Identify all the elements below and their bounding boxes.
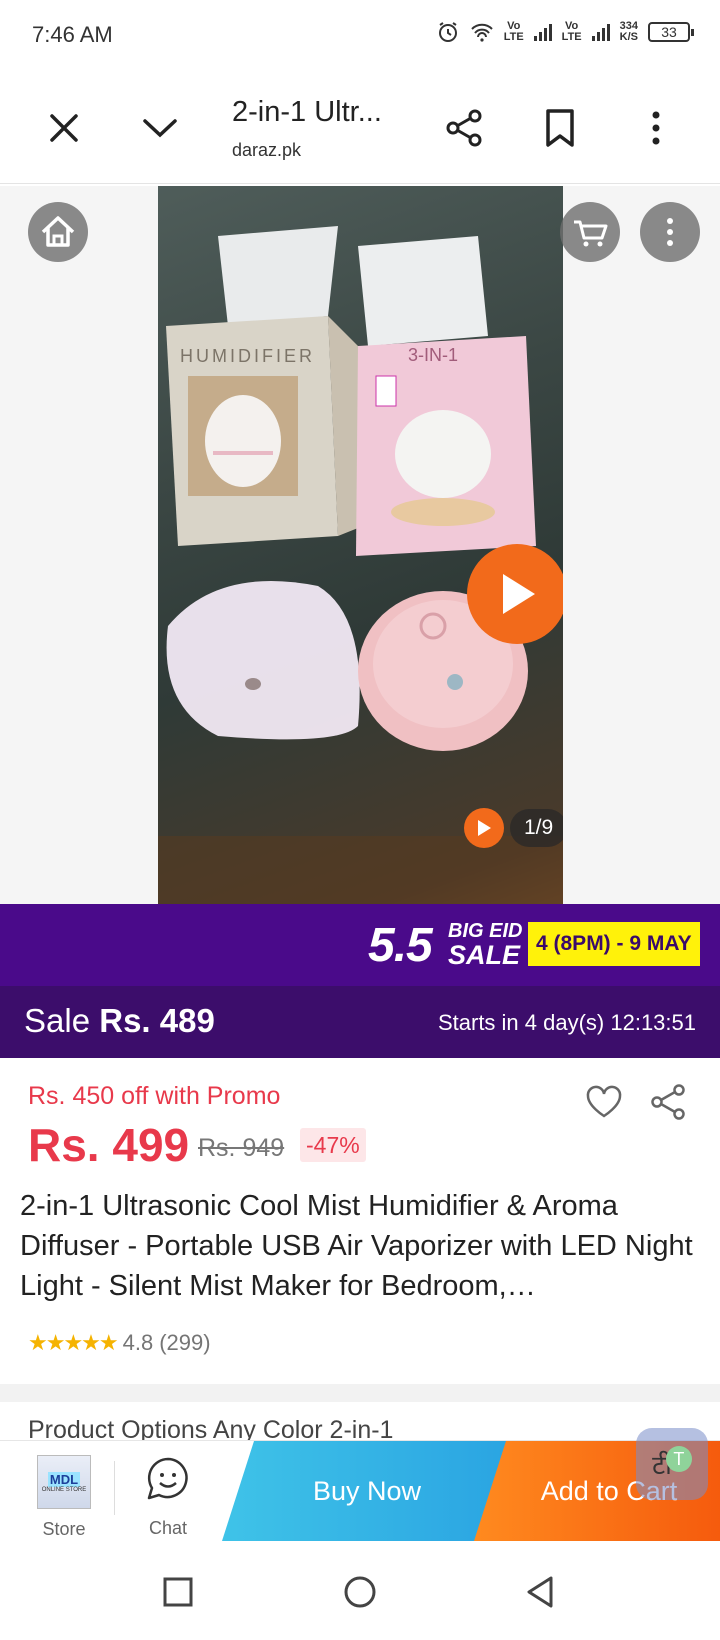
section-divider bbox=[0, 1384, 720, 1402]
gallery-counter: 1/9 bbox=[464, 808, 563, 848]
store-label: Store bbox=[42, 1519, 86, 1539]
promo-offer[interactable]: Rs. 450 off with Promo bbox=[28, 1082, 280, 1111]
chat-label: Chat bbox=[148, 1518, 188, 1538]
home-nav-button[interactable] bbox=[338, 1570, 382, 1614]
sale-countdown: Starts in 4 day(s) 12:13:51 bbox=[437, 1010, 696, 1035]
gallery-page-count: 1/9 bbox=[510, 809, 563, 847]
product-info: Rs. 450 off with Promo Rs. 499 Rs. 949 -… bbox=[0, 1058, 720, 1384]
translate-bubble[interactable]: टी T bbox=[636, 1428, 708, 1500]
store-logo-text: MDL bbox=[47, 1471, 81, 1487]
close-icon bbox=[50, 114, 78, 142]
square-icon bbox=[163, 1577, 193, 1607]
sale-price-value: Rs. 489 bbox=[99, 1002, 215, 1039]
collapse-button[interactable] bbox=[130, 98, 190, 158]
action-divider bbox=[114, 1461, 115, 1515]
current-price: Rs. 499 bbox=[28, 1119, 190, 1171]
bookmark-button[interactable] bbox=[530, 98, 590, 158]
wishlist-button[interactable] bbox=[584, 1082, 624, 1122]
svg-text:3-IN-1: 3-IN-1 bbox=[408, 345, 458, 365]
status-bar: 7:46 AM Vo LTE Vo LTE 334 K/S 33 bbox=[0, 0, 720, 72]
product-share-button[interactable] bbox=[648, 1082, 688, 1122]
store-button[interactable]: MDL ONLINE STORE Store bbox=[24, 1455, 104, 1540]
play-video-button[interactable] bbox=[467, 544, 563, 644]
volte-sim2: Vo LTE bbox=[562, 21, 582, 43]
sale-label: Sale bbox=[24, 1002, 91, 1039]
campaign-name-line2: SALE bbox=[448, 940, 521, 970]
product-image[interactable]: HUMIDIFIER 3-IN-1 1/9 bbox=[158, 186, 563, 904]
close-button[interactable] bbox=[34, 98, 94, 158]
more-vertical-icon bbox=[667, 218, 673, 246]
review-count: (299) bbox=[159, 1330, 211, 1355]
play-icon bbox=[503, 574, 535, 614]
heart-icon bbox=[586, 1085, 622, 1118]
store-logo-tagline: ONLINE STORE bbox=[41, 1486, 87, 1493]
chevron-down-icon bbox=[143, 119, 177, 138]
circle-icon bbox=[344, 1576, 376, 1608]
star-rating-icon: ★★★★★ bbox=[28, 1330, 119, 1355]
volte-sim1: Vo LTE bbox=[504, 21, 524, 43]
chat-button[interactable]: Chat bbox=[128, 1455, 208, 1539]
cart-icon bbox=[574, 220, 608, 247]
status-time: 7:46 AM bbox=[32, 22, 113, 47]
battery-indicator: 33 bbox=[648, 22, 694, 42]
rating-value: 4.8 bbox=[122, 1330, 154, 1355]
product-title: 2-in-1 Ultrasonic Cool Mist Humidifier &… bbox=[20, 1190, 693, 1302]
back-nav-button[interactable] bbox=[518, 1570, 562, 1614]
signal-sim1-icon bbox=[533, 23, 552, 41]
recent-apps-button[interactable] bbox=[156, 1570, 200, 1614]
bookmark-icon bbox=[546, 109, 574, 147]
campaign-banner[interactable]: 5.5 BIG EID SALE 4 (8PM) - 9 MAY bbox=[0, 904, 720, 986]
discount-badge: -47% bbox=[300, 1128, 366, 1162]
home-button[interactable] bbox=[28, 202, 88, 262]
translate-glyph-latin: T bbox=[665, 1446, 692, 1472]
share-icon bbox=[446, 109, 482, 147]
bottom-action-bar: MDL ONLINE STORE Store Chat Buy Now Add … bbox=[0, 1440, 720, 1544]
more-vertical-icon bbox=[652, 111, 660, 145]
speed-unit: K/S bbox=[619, 31, 638, 43]
network-speed: 334 K/S bbox=[620, 21, 638, 43]
svg-text:HUMIDIFIER: HUMIDIFIER bbox=[180, 346, 315, 366]
share-icon bbox=[651, 1084, 685, 1120]
sale-price: Sale Rs. 489 bbox=[24, 1002, 215, 1040]
cart-button[interactable] bbox=[560, 202, 620, 262]
chat-icon bbox=[147, 1457, 188, 1500]
alarm-icon bbox=[438, 22, 457, 42]
page-title: 2-in-1 Ultr... bbox=[232, 96, 382, 128]
share-button[interactable] bbox=[434, 98, 494, 158]
more-button[interactable] bbox=[626, 98, 686, 158]
browser-toolbar: 2-in-1 Ultr... daraz.pk bbox=[0, 72, 720, 184]
store-logo: MDL ONLINE STORE bbox=[37, 1455, 91, 1509]
back-triangle-icon bbox=[527, 1576, 553, 1608]
campaign-number: 5.5 bbox=[368, 919, 433, 972]
system-nav-bar bbox=[0, 1544, 720, 1640]
sim2-bottom: LTE bbox=[561, 31, 582, 43]
status-icons: Vo LTE Vo LTE 334 K/S 33 bbox=[436, 20, 694, 44]
sim1-bottom: LTE bbox=[503, 31, 524, 43]
signal-sim2-icon bbox=[591, 23, 610, 41]
buy-now-button[interactable]: Buy Now bbox=[222, 1441, 512, 1541]
mini-play-icon[interactable] bbox=[464, 808, 504, 848]
wifi-icon bbox=[470, 23, 493, 42]
gallery-more-button[interactable] bbox=[640, 202, 700, 262]
campaign-name: BIG EID SALE bbox=[448, 919, 522, 970]
product-gallery[interactable]: HUMIDIFIER 3-IN-1 1/9 bbox=[0, 186, 720, 904]
original-price: Rs. 949 bbox=[198, 1134, 285, 1162]
rating-summary[interactable]: ★★★★★ 4.8 (299) bbox=[28, 1330, 211, 1356]
campaign-dates: 4 (8PM) - 9 MAY bbox=[528, 922, 700, 966]
home-icon bbox=[41, 216, 75, 247]
page-domain: daraz.pk bbox=[232, 140, 302, 160]
sale-bar: Sale Rs. 489 Starts in 4 day(s) 12:13:51 bbox=[0, 986, 720, 1058]
